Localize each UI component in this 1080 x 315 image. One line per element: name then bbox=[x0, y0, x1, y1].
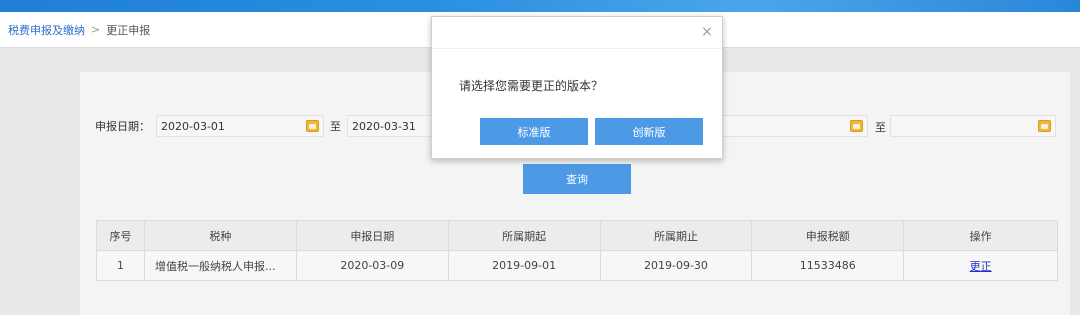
cell-tax-amount: 11533486 bbox=[751, 250, 905, 281]
table-row: 1 增值税一般纳税人申报... 2020-03-09 2019-09-01 20… bbox=[96, 250, 1058, 281]
breadcrumb-current: 更正申报 bbox=[106, 23, 151, 37]
header-period-end: 所属期止 bbox=[599, 220, 753, 251]
calendar-icon[interactable] bbox=[306, 120, 319, 132]
range-to-text-2: 至 bbox=[875, 121, 886, 134]
end-date-value: 2020-03-31 bbox=[352, 119, 416, 133]
standard-version-button[interactable]: 标准版 bbox=[480, 118, 588, 145]
cell-declare-date: 2020-03-09 bbox=[295, 250, 449, 281]
cell-action: 更正 bbox=[903, 250, 1058, 281]
top-banner bbox=[0, 0, 1080, 12]
header-index: 序号 bbox=[96, 220, 145, 251]
header-declare-date: 申报日期 bbox=[295, 220, 449, 251]
calendar-icon[interactable] bbox=[850, 120, 863, 132]
header-tax-type: 税种 bbox=[143, 220, 297, 251]
range-to-text: 至 bbox=[330, 120, 341, 133]
cell-index: 1 bbox=[96, 250, 145, 281]
innovative-version-button[interactable]: 创新版 bbox=[595, 118, 703, 145]
end-date-field[interactable]: 2020-03-31 bbox=[347, 115, 433, 137]
calendar-icon[interactable] bbox=[1038, 120, 1051, 132]
date-filter-row: 申报日期： 2020-03-01 至 2020-03-31 bbox=[95, 115, 433, 137]
query-button[interactable]: 查询 bbox=[523, 164, 631, 194]
cell-tax-type: 增值税一般纳税人申报... bbox=[143, 250, 297, 281]
breadcrumb-separator: > bbox=[91, 23, 101, 36]
cell-period-start: 2019-09-01 bbox=[447, 250, 601, 281]
second-end-date-field[interactable] bbox=[890, 115, 1056, 137]
dialog-message: 请选择您需要更正的版本？ bbox=[459, 79, 604, 93]
header-tax-amount: 申报税额 bbox=[751, 220, 905, 251]
correct-link[interactable]: 更正 bbox=[970, 260, 992, 273]
header-period-start: 所属期起 bbox=[447, 220, 601, 251]
start-date-field[interactable]: 2020-03-01 bbox=[156, 115, 324, 137]
result-table: 序号 税种 申报日期 所属期起 所属期止 申报税额 操作 1 增值税一般纳税人申… bbox=[96, 220, 1058, 281]
close-icon[interactable]: × bbox=[700, 25, 714, 39]
dialog-divider bbox=[432, 48, 722, 49]
header-action: 操作 bbox=[903, 220, 1058, 251]
start-date-value: 2020-03-01 bbox=[161, 119, 225, 133]
breadcrumb-root-link[interactable]: 税费申报及缴纳 bbox=[8, 22, 85, 38]
version-select-dialog: × 请选择您需要更正的版本？ 标准版 创新版 bbox=[431, 16, 723, 159]
second-start-date-field[interactable] bbox=[722, 115, 868, 137]
date-label: 申报日期： bbox=[95, 120, 150, 133]
table-header-row: 序号 税种 申报日期 所属期起 所属期止 申报税额 操作 bbox=[96, 220, 1058, 251]
cell-period-end: 2019-09-30 bbox=[599, 250, 753, 281]
